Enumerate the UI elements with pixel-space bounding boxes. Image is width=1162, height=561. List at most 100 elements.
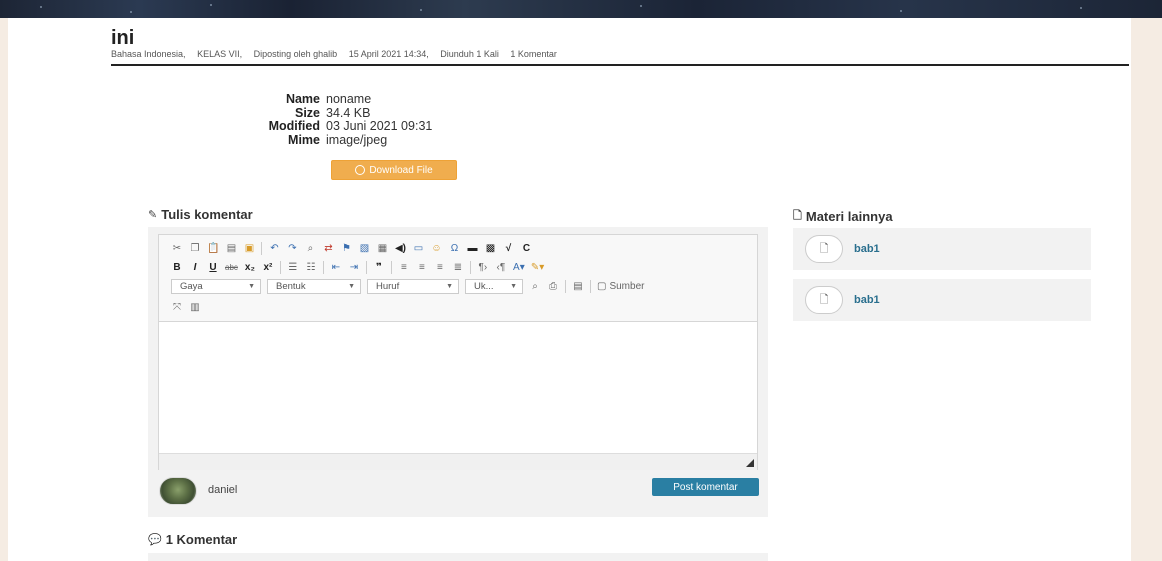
toolbar-row-2: B I U abc x₂ x² ☰ ☷ ⇤ ⇥ ❞ ≡ ≡ ≡ ≣ ¶› ‹¶ …: [171, 261, 544, 274]
meta-subject[interactable]: Bahasa Indonesia,: [111, 49, 186, 59]
banner-star: [640, 5, 642, 7]
paste-word-icon[interactable]: ▣: [243, 242, 255, 255]
numbered-list-icon[interactable]: ☰: [287, 261, 299, 274]
toolbar-separator: [322, 261, 324, 274]
font-select[interactable]: Huruf ▼: [367, 279, 459, 294]
copy-icon[interactable]: ❐: [189, 242, 201, 255]
style-select[interactable]: Gaya ▼: [171, 279, 261, 294]
show-blocks-icon[interactable]: ▥: [189, 301, 201, 314]
materi-link[interactable]: bab1: [854, 243, 880, 255]
toolbar-separator: [469, 261, 471, 274]
image-icon[interactable]: ▧: [358, 242, 370, 255]
justify-icon[interactable]: ≣: [452, 261, 464, 274]
horizontal-rule-icon[interactable]: ▭: [412, 242, 424, 255]
user-name: daniel: [208, 484, 238, 496]
toolbar-row-3: Gaya ▼ Bentuk ▼ Huruf ▼ Uk... ▼ ⌕ ⎙ ▤ ▢ …: [171, 279, 644, 294]
page-title: ini: [111, 27, 135, 49]
meta-author: Diposting oleh ghalib: [253, 49, 338, 59]
style-select-label: Gaya: [180, 281, 203, 292]
superscript-icon[interactable]: x²: [262, 261, 274, 274]
resize-handle-icon[interactable]: [746, 459, 754, 467]
table-icon[interactable]: ▦: [376, 242, 388, 255]
maximize-icon[interactable]: ⤧: [171, 301, 183, 314]
banner-star: [210, 4, 212, 6]
toolbar-separator: [261, 242, 263, 255]
underline-icon[interactable]: U: [207, 261, 219, 274]
ltr-icon[interactable]: ¶›: [477, 261, 489, 274]
toolbar-separator: [279, 261, 281, 274]
banner-star: [130, 11, 132, 13]
bold-icon[interactable]: B: [171, 261, 183, 274]
undo-icon[interactable]: ↶: [268, 242, 280, 255]
materi-item[interactable]: 🗋 bab1: [793, 279, 1091, 321]
blockquote-icon[interactable]: ❞: [373, 261, 385, 274]
find-icon[interactable]: ⌕: [304, 242, 316, 255]
toolbar-row-1: ✂ ❐ 📋 ▤ ▣ ↶ ↷ ⌕ ⇄ ⚑ ▧ ▦ ◀) ▭ ☺ Ω ▬ ▩ √ C: [171, 242, 532, 255]
chevron-down-icon: ▼: [348, 283, 355, 290]
rich-text-editor: ✂ ❐ 📋 ▤ ▣ ↶ ↷ ⌕ ⇄ ⚑ ▧ ▦ ◀) ▭ ☺ Ω ▬ ▩ √ C…: [158, 234, 758, 470]
file-info-key: Name: [285, 92, 320, 106]
chevron-down-icon: ▼: [446, 283, 453, 290]
meta-comments: 1 Komentar: [510, 49, 557, 59]
meta-class[interactable]: KELAS VII,: [197, 49, 242, 59]
banner-star: [420, 9, 422, 11]
italic-icon[interactable]: I: [189, 261, 201, 274]
templates-icon[interactable]: ▤: [572, 280, 584, 293]
toolbar-separator: [365, 261, 367, 274]
comments-heading-text: 1 Komentar: [165, 532, 238, 547]
paste-icon[interactable]: 📋: [207, 242, 219, 255]
post-comment-button[interactable]: Post komentar: [652, 478, 759, 496]
toolbar-separator: [390, 261, 392, 274]
toolbar-row-4: ⤧ ▥: [171, 301, 201, 314]
comment-editor-area[interactable]: [159, 321, 757, 453]
replace-icon[interactable]: ⇄: [322, 242, 334, 255]
materi-item[interactable]: 🗋 bab1: [793, 228, 1091, 270]
comment-form-heading: ✎ Tulis komentar: [148, 207, 253, 222]
cut-icon[interactable]: ✂: [171, 242, 183, 255]
paste-text-icon[interactable]: ▤: [225, 242, 237, 255]
source-button[interactable]: ▢ Sumber: [597, 280, 644, 293]
editor-status-bar: [159, 453, 757, 470]
subscript-icon[interactable]: x₂: [244, 261, 256, 274]
print-icon[interactable]: ⎙: [547, 280, 559, 293]
align-right-icon[interactable]: ≡: [434, 261, 446, 274]
special-char-icon[interactable]: Ω: [448, 242, 460, 255]
highlight-color-icon[interactable]: ✎▾: [531, 261, 544, 274]
meta-date: 15 April 2021 14:34,: [348, 49, 429, 59]
anchor-flag-icon[interactable]: ⚑: [340, 242, 352, 255]
page-break-icon[interactable]: ▬: [466, 242, 478, 255]
download-circle-icon: [355, 165, 366, 175]
materi-link[interactable]: bab1: [854, 294, 880, 306]
align-left-icon[interactable]: ≡: [398, 261, 410, 274]
code-icon[interactable]: C: [520, 242, 532, 255]
banner-star: [40, 6, 42, 8]
size-select[interactable]: Uk... ▼: [465, 279, 523, 294]
redo-icon[interactable]: ↷: [286, 242, 298, 255]
math-icon[interactable]: √: [502, 242, 514, 255]
outdent-icon[interactable]: ⇤: [330, 261, 342, 274]
post-meta: Bahasa Indonesia, KELAS VII, Diposting o…: [111, 49, 566, 59]
download-button-label: Download File: [369, 164, 433, 176]
align-center-icon[interactable]: ≡: [416, 261, 428, 274]
text-color-icon[interactable]: A▾: [513, 261, 525, 274]
file-info-value: 34.4 KB: [326, 105, 371, 120]
file-info: Name noname Size 34.4 KB Modified 03 Jun…: [230, 92, 433, 148]
audio-icon[interactable]: ◀): [394, 242, 406, 255]
smiley-icon[interactable]: ☺: [430, 242, 442, 255]
iframe-icon[interactable]: ▩: [484, 242, 496, 255]
download-file-button[interactable]: Download File: [331, 160, 457, 180]
indent-icon[interactable]: ⇥: [348, 261, 360, 274]
format-select[interactable]: Bentuk ▼: [267, 279, 361, 294]
avatar: [159, 477, 197, 505]
file-info-value: 03 Juni 2021 09:31: [326, 119, 433, 133]
preview-icon[interactable]: ⌕: [529, 280, 541, 293]
rtl-icon[interactable]: ‹¶: [495, 261, 507, 274]
file-icon: 🗋: [805, 286, 843, 314]
file-info-row: Modified 03 Juni 2021 09:31: [230, 119, 433, 134]
file-info-row: Mime image/jpeg: [230, 133, 432, 148]
file-icon: 🗋: [805, 235, 843, 263]
strikethrough-icon[interactable]: abc: [225, 261, 238, 274]
file-info-key: Modified: [268, 119, 320, 133]
comments-heading: 💬 1 Komentar: [148, 532, 237, 547]
bullet-list-icon[interactable]: ☷: [305, 261, 317, 274]
